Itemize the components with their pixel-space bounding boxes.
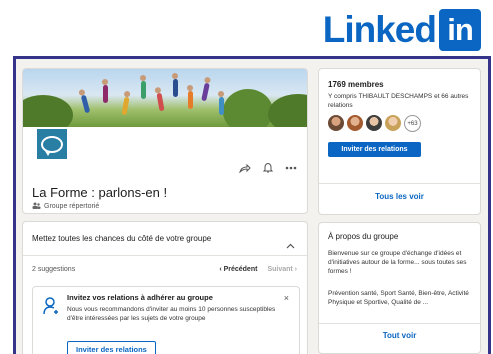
bell-icon[interactable] (263, 162, 273, 173)
linkedin-page-frame: La Forme : parlons-en ! Groupe répertori… (13, 56, 491, 354)
close-icon[interactable]: × (284, 293, 289, 303)
tips-title: Mettez toutes les chances du côté de vot… (32, 234, 212, 243)
chevron-up-icon[interactable] (286, 236, 295, 254)
about-title: À propos du groupe (328, 232, 399, 241)
avatar[interactable] (385, 115, 401, 131)
logo-wordmark: Linked (322, 9, 437, 50)
invite-connections-button[interactable]: Inviter des relations (67, 341, 156, 354)
avatar[interactable] (366, 115, 382, 131)
group-banner-image (23, 69, 307, 127)
group-tips-card: Mettez toutes les chances du côté de vot… (22, 221, 308, 354)
previous-button[interactable]: ‹ Précédent (219, 266, 257, 273)
group-type-label: Groupe répertorié (44, 203, 100, 210)
divider (319, 183, 480, 184)
invite-connections-button[interactable]: Inviter des relations (328, 142, 421, 157)
about-group-card: À propos du groupe Bienvenue sur ce grou… (318, 222, 481, 354)
avatar[interactable] (347, 115, 363, 131)
linkedin-logo: Linked in (323, 9, 481, 51)
more-members-badge[interactable]: +63 (404, 115, 421, 132)
see-all-members-link[interactable]: Tous les voir (319, 192, 480, 201)
members-description: Y compris THIBAULT DESCHAMPS et 66 autre… (328, 93, 469, 109)
group-logo (35, 127, 69, 161)
screenshot: Linked in La Forme: parlons-en ! Groupe… (0, 0, 493, 354)
invite-card-title: Invitez vos relations à adhérer au group… (67, 293, 213, 302)
about-description: Bienvenue sur ce groupe d'échange d'idée… (328, 250, 467, 275)
group-title: La Forme : parlons-en ! (32, 185, 168, 200)
avatar[interactable] (328, 115, 344, 131)
invite-card-description: Nous vous recommandons d'inviter au moin… (67, 306, 276, 322)
group-icon (32, 202, 41, 211)
member-avatars: +63 (328, 115, 421, 132)
suggestions-count: 2 suggestions (32, 266, 76, 273)
divider (23, 255, 307, 256)
suggestions-pager: ‹ Précédent Suivant › (219, 266, 297, 273)
next-button[interactable]: Suivant › (267, 266, 297, 273)
members-count: 1769 membres (328, 80, 384, 89)
more-icon[interactable] (285, 166, 297, 170)
divider (319, 323, 480, 324)
group-header-card: La Forme : parlons-en ! Groupe répertori… (22, 68, 308, 214)
logo-in-box: in (439, 9, 481, 51)
invite-person-icon (43, 297, 59, 320)
chat-bubble-icon (41, 135, 63, 156)
members-card: 1769 membres Y compris THIBAULT DESCHAMP… (318, 68, 481, 215)
share-icon[interactable] (239, 163, 251, 173)
invite-suggestion-card: Invitez vos relations à adhérer au group… (32, 286, 300, 354)
group-type: Groupe répertorié (32, 202, 99, 211)
about-topics: Prévention santé, Sport Santé, Bien-être… (328, 290, 469, 306)
see-all-about-link[interactable]: Tout voir (319, 331, 480, 340)
group-actions (239, 162, 297, 173)
